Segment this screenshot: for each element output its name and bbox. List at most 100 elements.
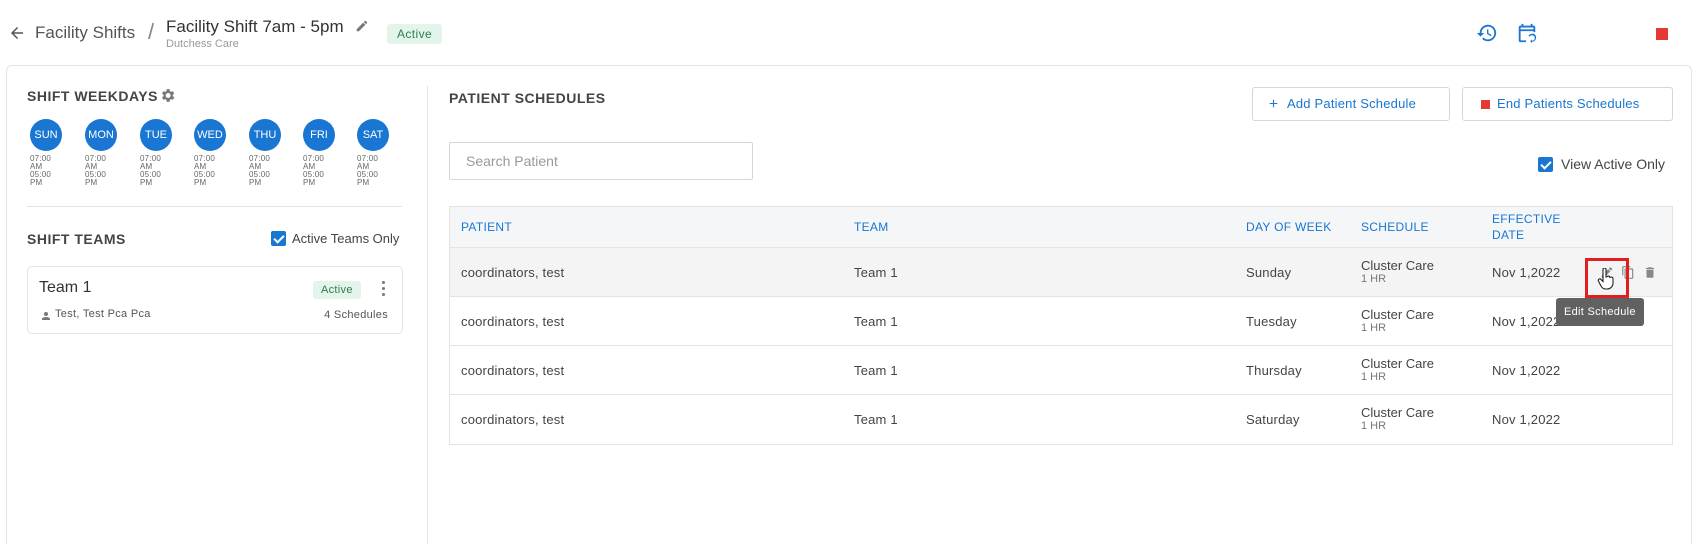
weekday-wed[interactable]: WED 07:00 AM 05:00 PM bbox=[194, 119, 228, 187]
page-title: Facility Shift 7am - 5pm bbox=[166, 17, 344, 36]
team-schedule-count: 4 Schedules bbox=[324, 309, 388, 321]
cell-schedule: Cluster Care bbox=[1361, 405, 1434, 420]
cell-schedule: Cluster Care bbox=[1361, 258, 1434, 273]
add-patient-schedule-button[interactable]: Add Patient Schedule bbox=[1252, 87, 1450, 121]
cell-patient: coordinators, test bbox=[461, 265, 565, 280]
person-icon bbox=[42, 312, 50, 320]
calendar-sync-icon[interactable] bbox=[1516, 22, 1538, 44]
edit-schedule-tooltip: Edit Schedule bbox=[1556, 298, 1644, 326]
weekday-start: 07:00 AM bbox=[249, 154, 271, 171]
weekday-end: 05:00 PM bbox=[249, 170, 271, 187]
view-active-only-label[interactable]: View Active Only bbox=[1561, 156, 1665, 172]
cell-team: Team 1 bbox=[854, 412, 898, 427]
stop-icon bbox=[1481, 100, 1490, 109]
cell-duration: 1 HR bbox=[1361, 420, 1387, 432]
page-subtitle: Dutchess Care bbox=[166, 38, 239, 50]
team-members: Test, Test Pca Pca bbox=[55, 308, 151, 320]
column-effective-date[interactable]: EFFECTIVE DATE bbox=[1492, 211, 1561, 243]
table-row[interactable]: coordinators, test Team 1 Tuesday Cluste… bbox=[450, 297, 1672, 346]
weekday-mon[interactable]: MON 07:00 AM 05:00 PM bbox=[85, 119, 119, 187]
active-teams-label[interactable]: Active Teams Only bbox=[292, 231, 399, 246]
cell-effective-date: Nov 1,2022 bbox=[1492, 363, 1561, 378]
panel-divider bbox=[427, 86, 428, 544]
weekday-sat[interactable]: SAT 07:00 AM 05:00 PM bbox=[357, 119, 391, 187]
view-active-only-checkbox[interactable] bbox=[1538, 157, 1553, 172]
hand-cursor-icon bbox=[1597, 268, 1614, 290]
shift-teams-title: SHIFT TEAMS bbox=[27, 231, 126, 247]
pencil-icon[interactable] bbox=[355, 19, 369, 33]
cell-duration: 1 HR bbox=[1361, 273, 1387, 285]
patient-schedules-title: PATIENT SCHEDULES bbox=[449, 90, 606, 106]
add-patient-schedule-label: Add Patient Schedule bbox=[1287, 96, 1417, 111]
shift-weekdays-title: SHIFT WEEKDAYS bbox=[27, 88, 158, 104]
status-badge: Active bbox=[387, 24, 443, 44]
cell-duration: 1 HR bbox=[1361, 322, 1387, 334]
patient-schedules-table: PATIENT TEAM DAY OF WEEK SCHEDULE EFFECT… bbox=[449, 206, 1673, 445]
weekday-end: 05:00 PM bbox=[303, 170, 325, 187]
plus-icon bbox=[1269, 99, 1278, 108]
weekday-fri[interactable]: FRI 07:00 AM 05:00 PM bbox=[303, 119, 337, 187]
cell-team: Team 1 bbox=[854, 314, 898, 329]
column-day-of-week[interactable]: DAY OF WEEK bbox=[1246, 219, 1332, 235]
table-row[interactable]: coordinators, test Team 1 Saturday Clust… bbox=[450, 395, 1672, 444]
weekday-end: 05:00 PM bbox=[85, 170, 107, 187]
column-schedule[interactable]: SCHEDULE bbox=[1361, 219, 1429, 235]
team-status-badge: Active bbox=[313, 281, 361, 299]
cell-effective-date: Nov 1,2022 bbox=[1492, 265, 1561, 280]
weekday-start: 07:00 AM bbox=[30, 154, 52, 171]
weekday-start: 07:00 AM bbox=[194, 154, 216, 171]
weekday-label[interactable]: TUE bbox=[140, 119, 172, 151]
weekday-thu[interactable]: THU 07:00 AM 05:00 PM bbox=[249, 119, 283, 187]
weekday-end: 05:00 PM bbox=[140, 170, 162, 187]
section-divider bbox=[27, 206, 402, 207]
weekday-end: 05:00 PM bbox=[357, 170, 379, 187]
cell-day: Sunday bbox=[1246, 265, 1292, 280]
cell-team: Team 1 bbox=[854, 363, 898, 378]
weekday-end: 05:00 PM bbox=[30, 170, 52, 187]
weekday-tue[interactable]: TUE 07:00 AM 05:00 PM bbox=[140, 119, 174, 187]
cell-team: Team 1 bbox=[854, 265, 898, 280]
cell-duration: 1 HR bbox=[1361, 371, 1387, 383]
team-card[interactable]: Team 1 Active Test, Test Pca Pca 4 Sched… bbox=[27, 266, 403, 334]
cell-day: Saturday bbox=[1246, 412, 1300, 427]
cell-schedule: Cluster Care bbox=[1361, 356, 1434, 371]
table-row[interactable]: coordinators, test Team 1 Sunday Cluster… bbox=[450, 248, 1672, 297]
cell-effective-date: Nov 1,2022 bbox=[1492, 314, 1561, 329]
weekday-start: 07:00 AM bbox=[303, 154, 325, 171]
arrow-left-icon[interactable] bbox=[8, 24, 26, 42]
weekday-label[interactable]: WED bbox=[194, 119, 226, 151]
weekday-label[interactable]: MON bbox=[85, 119, 117, 151]
weekday-label[interactable]: THU bbox=[249, 119, 281, 151]
breadcrumb-separator: / bbox=[148, 19, 155, 44]
weekday-end: 05:00 PM bbox=[194, 170, 216, 187]
weekday-start: 07:00 AM bbox=[140, 154, 162, 171]
history-icon[interactable] bbox=[1476, 22, 1498, 44]
cell-patient: coordinators, test bbox=[461, 412, 565, 427]
team-name: Team 1 bbox=[39, 279, 92, 296]
weekday-start: 07:00 AM bbox=[357, 154, 379, 171]
table-header: PATIENT TEAM DAY OF WEEK SCHEDULE EFFECT… bbox=[450, 207, 1672, 248]
active-teams-checkbox[interactable] bbox=[271, 231, 286, 246]
more-options-icon[interactable] bbox=[380, 281, 386, 299]
weekday-label[interactable]: SAT bbox=[357, 119, 389, 151]
stop-icon[interactable] bbox=[1656, 28, 1668, 40]
weekday-label[interactable]: SUN bbox=[30, 119, 62, 151]
cell-patient: coordinators, test bbox=[461, 314, 565, 329]
gear-icon[interactable] bbox=[159, 87, 176, 104]
weekday-label[interactable]: FRI bbox=[303, 119, 335, 151]
top-bar: Facility Shifts / Facility Shift 7am - 5… bbox=[0, 0, 1698, 62]
cell-effective-date: Nov 1,2022 bbox=[1492, 412, 1561, 427]
cell-schedule: Cluster Care bbox=[1361, 307, 1434, 322]
end-patients-schedules-button[interactable]: End Patients Schedules bbox=[1462, 87, 1673, 121]
trash-icon[interactable] bbox=[1643, 265, 1657, 280]
column-team[interactable]: TEAM bbox=[854, 219, 889, 235]
cell-patient: coordinators, test bbox=[461, 363, 565, 378]
breadcrumb-facility-shifts[interactable]: Facility Shifts bbox=[35, 23, 135, 43]
end-patients-schedules-label: End Patients Schedules bbox=[1497, 96, 1640, 111]
table-row[interactable]: coordinators, test Team 1 Thursday Clust… bbox=[450, 346, 1672, 395]
column-patient[interactable]: PATIENT bbox=[461, 219, 512, 235]
search-patient-input[interactable] bbox=[449, 142, 753, 180]
cell-day: Tuesday bbox=[1246, 314, 1297, 329]
weekday-sun[interactable]: SUN 07:00 AM 05:00 PM bbox=[30, 119, 64, 187]
weekday-start: 07:00 AM bbox=[85, 154, 107, 171]
